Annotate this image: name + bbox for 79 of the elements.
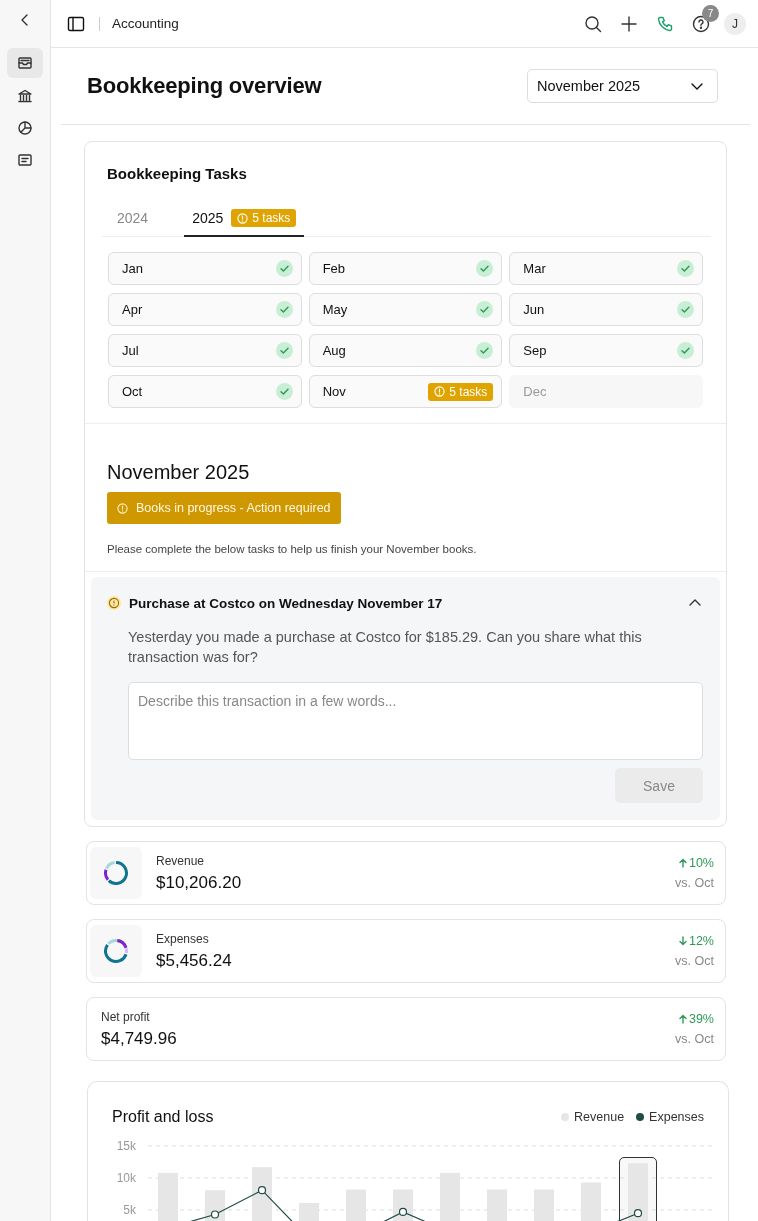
bank-icon xyxy=(17,88,33,104)
change-percent: 39% xyxy=(677,1012,714,1026)
month-button[interactable]: Mar xyxy=(509,252,703,285)
check-icon xyxy=(476,342,494,359)
check-icon xyxy=(275,260,293,277)
warning-icon xyxy=(107,596,121,610)
task-count-badge: 5 tasks xyxy=(428,382,494,401)
alert-icon xyxy=(434,386,446,397)
check-icon xyxy=(677,301,694,318)
comparison-label: vs. Oct xyxy=(675,1032,714,1046)
y-axis-label: 5k xyxy=(123,1203,136,1217)
month-button[interactable]: Jun xyxy=(509,293,703,326)
year-tab[interactable]: 2025 5 tasks xyxy=(184,209,305,237)
notification-badge: 7 xyxy=(702,4,719,22)
month-button[interactable]: Jul xyxy=(108,334,302,367)
phone-icon[interactable] xyxy=(656,14,674,33)
status-text: Books in progress - Action required xyxy=(136,501,331,515)
breadcrumb-title: Accounting xyxy=(99,16,179,31)
y-axis-label: 10k xyxy=(116,1171,136,1185)
check-icon xyxy=(677,342,694,359)
add-icon[interactable] xyxy=(620,14,638,33)
month-button[interactable]: Apr xyxy=(108,293,302,326)
metric-label: Expenses xyxy=(156,931,210,946)
data-point xyxy=(257,1186,267,1195)
inbox-icon xyxy=(17,55,33,71)
legend-item: Revenue xyxy=(561,1110,625,1124)
task-question: Yesterday you made a purchase at Costco for $185.29. Can you share what this transaction was for? xyxy=(128,628,643,667)
arrow-down-icon xyxy=(677,936,688,946)
sidebar-toggle-icon[interactable] xyxy=(67,14,85,33)
receipt-icon xyxy=(17,152,33,168)
legend-item: Expenses xyxy=(636,1110,704,1124)
month-button[interactable]: Aug xyxy=(308,334,503,367)
task-title: Purchase at Costco on Wednesday November 17 xyxy=(129,595,444,611)
search-icon[interactable] xyxy=(584,14,602,33)
check-icon xyxy=(476,301,494,318)
alert-icon xyxy=(237,212,249,224)
period-dropdown[interactable]: November 2025 xyxy=(527,69,718,103)
page-title: Bookkeeping overview xyxy=(87,73,322,99)
year-tab[interactable]: 2024 xyxy=(102,209,157,237)
month-button[interactable]: Nov 5 tasks xyxy=(308,375,503,408)
month-button[interactable]: Sep xyxy=(509,334,703,367)
comparison-label: vs. Oct xyxy=(675,954,714,968)
check-icon xyxy=(275,301,293,318)
check-icon xyxy=(476,260,494,277)
check-icon xyxy=(677,260,694,277)
metric-label: Net profit xyxy=(101,1009,151,1024)
y-axis-label: 15k xyxy=(116,1140,136,1153)
metric-value: $5,456.24 xyxy=(156,950,233,971)
task-count-badge: 5 tasks xyxy=(231,209,297,227)
data-point xyxy=(633,1209,643,1218)
description-field[interactable]: Describe this transaction in a few words... xyxy=(128,682,703,760)
instruction-text: Please complete the below tasks to help us finish your November books. xyxy=(107,543,478,555)
section-title: November 2025 xyxy=(107,461,251,484)
month-button[interactable]: May xyxy=(308,293,503,326)
change-percent: 12% xyxy=(677,934,714,948)
donut-chart-icon xyxy=(90,925,142,977)
data-point xyxy=(210,1210,220,1219)
metric-label: Revenue xyxy=(156,853,206,868)
chart-title: Profit and loss xyxy=(112,1108,215,1126)
donut-chart-icon xyxy=(90,847,142,899)
check-icon xyxy=(275,342,293,359)
pie-chart-icon xyxy=(17,120,33,136)
revenue-bar xyxy=(628,1163,648,1221)
month-button[interactable]: Feb xyxy=(308,252,503,285)
check-icon xyxy=(275,383,293,400)
change-percent: 10% xyxy=(677,856,714,870)
arrow-up-icon xyxy=(677,1014,688,1024)
alert-icon xyxy=(117,502,128,514)
month-button[interactable]: Oct xyxy=(108,375,302,408)
arrow-up-icon xyxy=(677,858,688,868)
metric-value: $10,206.20 xyxy=(156,872,243,893)
user-avatar[interactable]: J xyxy=(724,12,746,35)
metric-value: $4,749.96 xyxy=(101,1028,178,1049)
data-point xyxy=(398,1207,408,1216)
card-title: Bookkeeping Tasks xyxy=(106,164,248,182)
month-button[interactable]: Jan xyxy=(108,252,302,285)
comparison-label: vs. Oct xyxy=(675,876,714,890)
sidebar-item[interactable] xyxy=(7,48,43,78)
help-icon[interactable] xyxy=(692,14,710,33)
